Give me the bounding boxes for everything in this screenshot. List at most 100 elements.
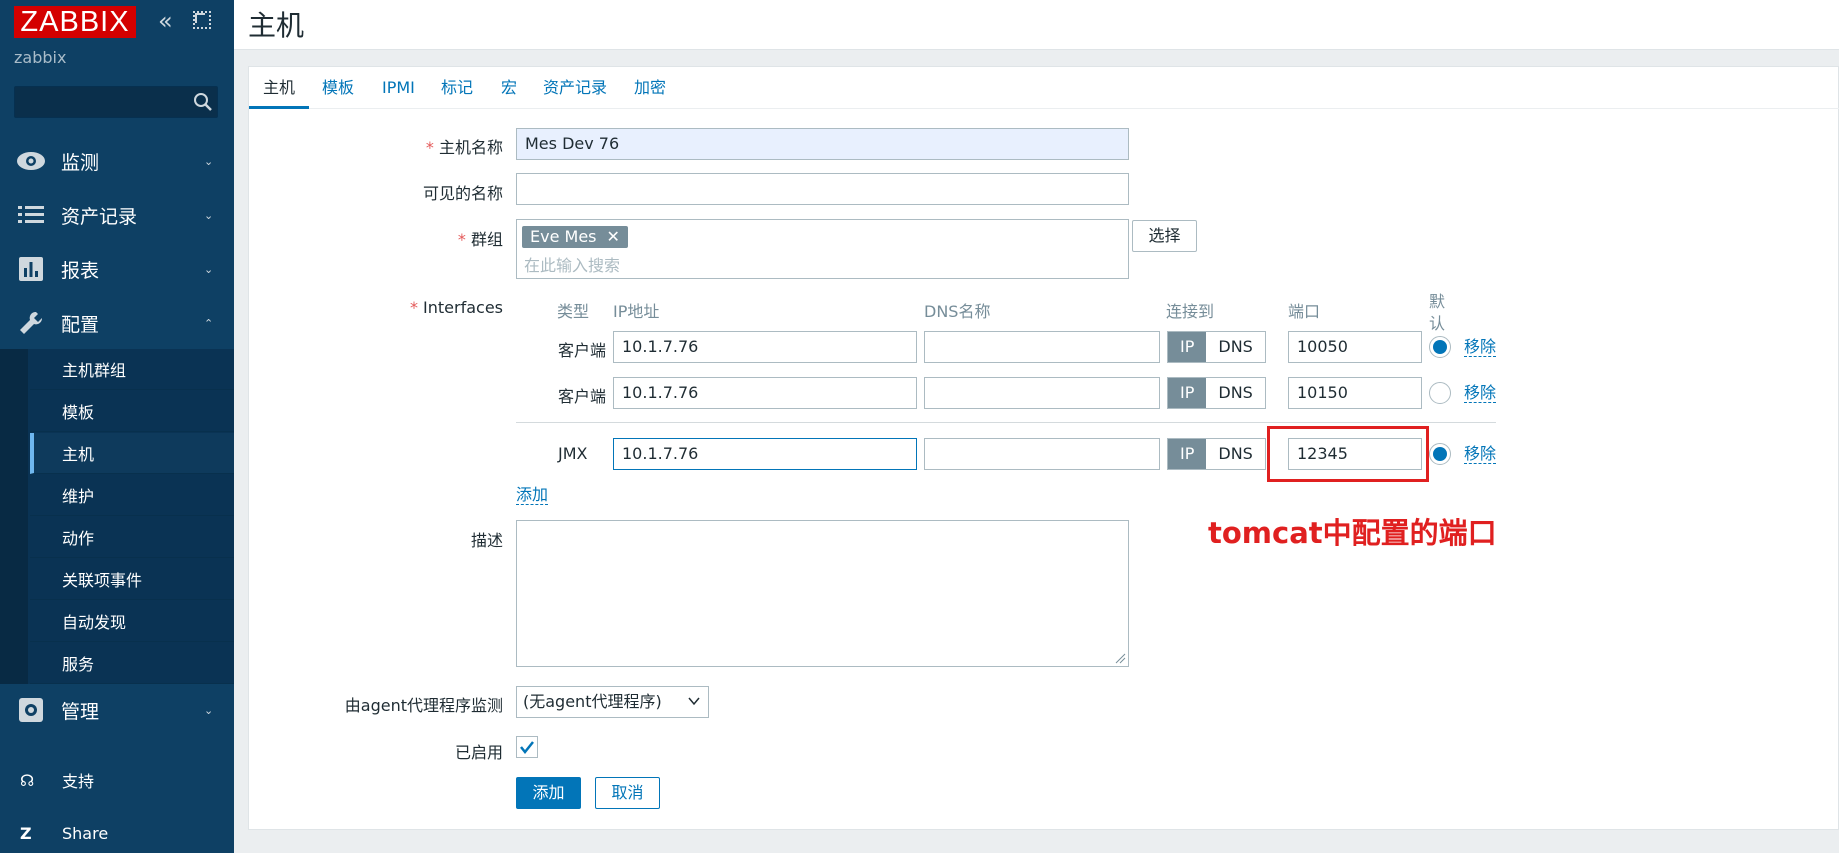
headset-icon: ☊ bbox=[20, 770, 35, 790]
default-interface-radio[interactable] bbox=[1429, 382, 1451, 404]
remove-interface-link[interactable]: 移除 bbox=[1464, 338, 1497, 357]
connect-ip-option[interactable]: IP bbox=[1168, 378, 1207, 408]
default-interface-radio[interactable] bbox=[1429, 443, 1451, 465]
connect-ip-option[interactable]: IP bbox=[1168, 332, 1207, 362]
menu-monitoring[interactable]: 监测 ⌄ bbox=[0, 134, 234, 188]
visible-name-label: 可见的名称 bbox=[422, 184, 503, 203]
proxy-selected-value: (无agent代理程序) bbox=[523, 692, 662, 711]
interface-dns-input[interactable] bbox=[924, 331, 1160, 363]
interface-ip-input[interactable]: 10.1.7.76 bbox=[613, 438, 917, 470]
sidebar-item-host-groups[interactable]: 主机群组 bbox=[30, 349, 234, 390]
resize-handle-icon[interactable] bbox=[1114, 652, 1126, 664]
connect-ip-option[interactable]: IP bbox=[1168, 439, 1207, 469]
group-tag: Eve Mes ✕ bbox=[522, 226, 628, 248]
sidebar-item-label: 主机 bbox=[62, 445, 95, 464]
enabled-checkbox[interactable] bbox=[516, 736, 538, 758]
connect-to-toggle[interactable]: IP DNS bbox=[1167, 331, 1266, 363]
col-dns: DNS名称 bbox=[924, 302, 991, 321]
sidebar-item-hosts[interactable]: 主机 bbox=[30, 433, 234, 474]
col-ip: IP地址 bbox=[613, 302, 660, 321]
page-title: 主机 bbox=[248, 9, 305, 42]
configuration-submenu: 主机群组 模板 主机 维护 动作 关联项事件 自动发现 服务 bbox=[0, 349, 234, 684]
enabled-label: 已启用 bbox=[454, 743, 503, 762]
sidebar-item-services[interactable]: 服务 bbox=[30, 643, 234, 684]
wrench-icon bbox=[16, 308, 46, 338]
menu-label: 资产记录 bbox=[61, 205, 138, 228]
tab-bar: 主机 模板 IPMI 标记 宏 资产记录 加密 bbox=[249, 67, 1839, 109]
tab-inventory[interactable]: 资产记录 bbox=[529, 67, 621, 109]
menu-label: 报表 bbox=[61, 259, 100, 282]
annotation-highlight-box bbox=[1267, 426, 1429, 482]
add-interface-link[interactable]: 添加 bbox=[516, 486, 549, 505]
chevron-down-icon: ⌄ bbox=[204, 208, 214, 222]
interface-port-input[interactable]: 10150 bbox=[1288, 377, 1422, 409]
visible-name-input[interactable] bbox=[516, 173, 1129, 205]
collapse-sidebar-icon[interactable]: « bbox=[158, 9, 173, 33]
bar-chart-icon bbox=[16, 254, 46, 284]
tab-templates[interactable]: 模板 bbox=[308, 67, 368, 109]
interface-type: JMX bbox=[558, 444, 588, 463]
interface-divider bbox=[516, 422, 1496, 423]
add-button[interactable]: 添加 bbox=[516, 777, 581, 809]
tab-macros[interactable]: 宏 bbox=[487, 67, 531, 109]
remove-interface-link[interactable]: 移除 bbox=[1464, 384, 1497, 403]
sidebar-item-label: 服务 bbox=[62, 655, 95, 674]
select-groups-button[interactable]: 选择 bbox=[1132, 220, 1197, 252]
sidebar-item-label: 主机群组 bbox=[62, 361, 127, 380]
menu-inventory[interactable]: 资产记录 ⌄ bbox=[0, 188, 234, 242]
interface-port-input[interactable]: 10050 bbox=[1288, 331, 1422, 363]
share-label: Share bbox=[62, 823, 109, 843]
menu-administration[interactable]: 管理 ⌄ bbox=[0, 683, 234, 737]
zabbix-logo[interactable]: ZABBIX bbox=[14, 6, 136, 38]
share-link[interactable]: Z Share bbox=[0, 813, 234, 853]
support-link[interactable]: ☊ 支持 bbox=[0, 760, 234, 800]
tab-tags[interactable]: 标记 bbox=[427, 67, 487, 109]
kiosk-mode-icon[interactable] bbox=[193, 11, 211, 29]
sidebar-item-label: 模板 bbox=[62, 403, 95, 422]
proxy-select[interactable]: (无agent代理程序) bbox=[516, 686, 709, 718]
connect-dns-option[interactable]: DNS bbox=[1206, 378, 1265, 408]
search-input[interactable] bbox=[14, 86, 218, 118]
cancel-button[interactable]: 取消 bbox=[595, 777, 660, 809]
connect-to-toggle[interactable]: IP DNS bbox=[1167, 377, 1266, 409]
tab-ipmi[interactable]: IPMI bbox=[368, 67, 429, 109]
interface-ip-input[interactable]: 10.1.7.76 bbox=[613, 377, 917, 409]
connect-to-toggle[interactable]: IP DNS bbox=[1167, 438, 1266, 470]
description-label: 描述 bbox=[470, 531, 503, 550]
sidebar-item-discovery[interactable]: 自动发现 bbox=[30, 601, 234, 642]
tab-encryption[interactable]: 加密 bbox=[620, 67, 680, 109]
groups-label: * 群组 bbox=[457, 230, 503, 249]
interface-dns-input[interactable] bbox=[924, 438, 1160, 470]
chevron-down-icon: ⌄ bbox=[204, 262, 214, 276]
menu-configuration[interactable]: 配置 ⌃ bbox=[0, 296, 234, 350]
interface-type: 客户端 bbox=[558, 341, 607, 360]
page-header: 主机 bbox=[234, 0, 1839, 50]
group-tag-label: Eve Mes bbox=[530, 227, 597, 246]
sidebar-item-templates[interactable]: 模板 bbox=[30, 391, 234, 432]
eye-icon bbox=[16, 146, 46, 176]
interface-dns-input[interactable] bbox=[924, 377, 1160, 409]
interface-ip-input[interactable]: 10.1.7.76 bbox=[613, 331, 917, 363]
interfaces-label: * Interfaces bbox=[409, 298, 503, 317]
menu-label: 配置 bbox=[61, 313, 100, 336]
remove-tag-icon[interactable]: ✕ bbox=[607, 227, 620, 246]
menu-reports[interactable]: 报表 ⌄ bbox=[0, 242, 234, 296]
sidebar-item-label: 维护 bbox=[62, 487, 95, 506]
default-interface-radio[interactable] bbox=[1429, 336, 1451, 358]
share-z-icon: Z bbox=[20, 823, 32, 843]
remove-interface-link[interactable]: 移除 bbox=[1464, 445, 1497, 464]
description-textarea[interactable] bbox=[516, 520, 1129, 667]
groups-search-placeholder[interactable]: 在此输入搜索 bbox=[524, 252, 620, 276]
col-default-2: 认 bbox=[1429, 314, 1446, 333]
gear-icon bbox=[16, 695, 46, 725]
connect-dns-option[interactable]: DNS bbox=[1206, 439, 1265, 469]
host-name-input[interactable]: Mes Dev 76 bbox=[516, 128, 1129, 160]
connect-dns-option[interactable]: DNS bbox=[1206, 332, 1265, 362]
search-icon[interactable] bbox=[193, 92, 213, 112]
sidebar-item-event-correlation[interactable]: 关联项事件 bbox=[30, 559, 234, 600]
submenu-rail bbox=[0, 349, 28, 684]
col-connect-to: 连接到 bbox=[1166, 302, 1215, 321]
sidebar-item-maintenance[interactable]: 维护 bbox=[30, 475, 234, 516]
sidebar-item-actions[interactable]: 动作 bbox=[30, 517, 234, 558]
tab-host[interactable]: 主机 bbox=[249, 67, 310, 109]
